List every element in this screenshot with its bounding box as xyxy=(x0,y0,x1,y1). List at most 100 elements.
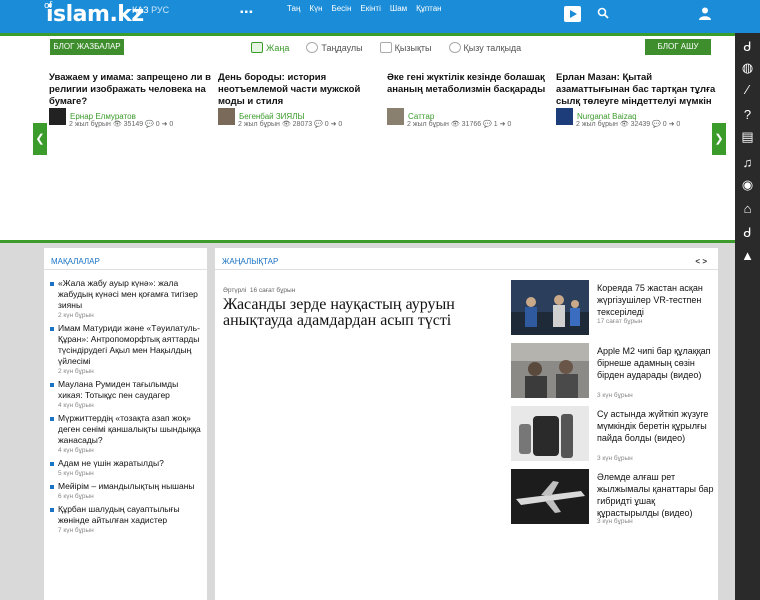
news-title[interactable]: Кореяда 75 жастан асқан жүргізушілер VR-… xyxy=(597,282,715,318)
articles-heading[interactable]: МАҚАЛАЛАР xyxy=(44,248,207,270)
tab-interesting[interactable]: Қызықты xyxy=(379,42,432,53)
blog-card-title[interactable]: День бороды: история неотъемлемой части … xyxy=(218,72,383,108)
news-title[interactable]: Әлемде алғаш рет жылжымалы қанаттары бар… xyxy=(597,471,715,519)
list-item[interactable]: Маулана Румиден тағылымды хикая: Тотықұс… xyxy=(50,379,203,409)
news-time: 17 сағат бұрын xyxy=(597,318,643,325)
prayer-dhuhr[interactable]: Бесін xyxy=(331,4,351,13)
list-item[interactable]: Имам Матуриди және «Тәуилатуль-Құран»: А… xyxy=(50,323,203,375)
calendar-icon xyxy=(251,42,263,53)
tab-favorites[interactable]: Таңдаулы xyxy=(306,42,363,53)
list-item[interactable]: Адам не үшін жаратылды? 5 күн бұрын xyxy=(50,458,203,477)
thumbs-up-icon xyxy=(379,42,392,53)
article-time: 5 күн бұрын xyxy=(58,470,94,477)
news-image[interactable] xyxy=(511,280,589,335)
language-switcher: ҚАЗ РУС xyxy=(132,5,169,15)
prayer-sunrise[interactable]: Күн xyxy=(309,4,322,13)
news-item[interactable]: Кореяда 75 жастан асқан жүргізушілер VR-… xyxy=(511,280,716,338)
prayer-fajr[interactable]: Таң xyxy=(287,4,300,13)
news-image[interactable] xyxy=(511,406,589,461)
news-item[interactable]: Әлемде алғаш рет жылжымалы қанаттары бар… xyxy=(511,469,716,527)
list-item[interactable]: Мейірім – имандылықтың нышаны 6 күн бұрын xyxy=(50,481,203,500)
bullet-icon xyxy=(50,327,54,331)
news-title[interactable]: Apple M2 чипі бар құлаққап бірнеше адамн… xyxy=(597,345,715,381)
news-image[interactable] xyxy=(511,469,589,524)
prayer-asr[interactable]: Екінті xyxy=(360,4,380,13)
blog-strip: БЛОГ ЖАЗБАЛАР Жаңа Таңдаулы Қызықты Қызу… xyxy=(0,33,735,243)
article-title[interactable]: Маулана Румиден тағылымды хикая: Тотықұс… xyxy=(58,379,203,401)
news-image[interactable] xyxy=(511,343,589,398)
globe-icon[interactable]: ◍ xyxy=(735,56,760,80)
list-item[interactable]: «Жала жабу ауыр күнә»: жала жабудың күнә… xyxy=(50,278,203,319)
article-title[interactable]: Адам не үшін жаратылды? xyxy=(58,458,164,469)
lang-ru[interactable]: РУС xyxy=(151,5,169,15)
blog-posts-tag[interactable]: БЛОГ ЖАЗБАЛАР xyxy=(50,39,124,55)
music-icon[interactable]: ♫ xyxy=(735,151,760,175)
articles-list: «Жала жабу ауыр күнә»: жала жабудың күнә… xyxy=(44,270,207,534)
news-title[interactable]: Су астында жүйткіп жүзуге мүмкіндік бере… xyxy=(597,408,715,444)
blog-card-title[interactable]: Ерлан Мазан: Қытай азаматтығынан бас тар… xyxy=(556,72,721,108)
article-title[interactable]: Мүржиттердің «тозақта азап жоқ» деген се… xyxy=(58,413,203,446)
tab-new-label: Жаңа xyxy=(266,42,290,53)
comment-icon xyxy=(448,42,461,53)
article-title[interactable]: Имам Матуриди және «Тәуилатуль-Құран»: А… xyxy=(58,323,203,367)
bullet-icon xyxy=(50,485,54,489)
play-icon[interactable] xyxy=(564,6,581,22)
blog-tabs: Жаңа Таңдаулы Қызықты Қызу талқыда xyxy=(251,42,538,53)
user-icon[interactable] xyxy=(699,7,711,20)
mosque-icon[interactable]: ⌂ xyxy=(735,197,760,221)
article-title[interactable]: «Жала жабу ауыр күнә»: жала жабудың күнә… xyxy=(58,278,203,311)
radio-icon[interactable]: ◉ xyxy=(735,173,760,197)
blog-card-title[interactable]: Уважаем у имама: запрещено ли в религии … xyxy=(49,72,214,108)
prayer-times: Таң Күн Бесін Екінті Шам Құптан xyxy=(287,4,451,13)
star-icon xyxy=(306,42,319,53)
tab-discussed[interactable]: Қызу талқыда xyxy=(448,42,521,53)
right-sidebar: ᑯ ◍ ⁄ ? ▤ ♫ ◉ ⌂ ᑯ ▲ xyxy=(735,33,760,600)
main-news-meta: Әртүрлі 16 сағат бұрын xyxy=(223,287,295,294)
quill-icon[interactable]: ⁄ xyxy=(735,78,760,102)
article-time: 7 күн бұрын xyxy=(58,527,94,534)
news-time: 3 күн бұрын xyxy=(597,392,633,399)
logo-text: islam.kz xyxy=(46,2,144,27)
question-icon[interactable]: ? xyxy=(735,103,760,127)
prayer-maghrib[interactable]: Шам xyxy=(390,4,407,13)
news-item[interactable]: Apple M2 чипі бар құлаққап бірнеше адамн… xyxy=(511,343,716,401)
article-title[interactable]: Мейірім – имандылықтың нышаны xyxy=(58,481,195,492)
open-blog-button[interactable]: БЛОГ АШУ xyxy=(645,39,711,55)
article-time: 2 күн бұрын xyxy=(58,368,94,375)
main-news-category[interactable]: Әртүрлі xyxy=(223,287,246,294)
bullet-icon xyxy=(50,383,54,387)
news-heading[interactable]: ЖАҢАЛЫҚТАР xyxy=(215,248,718,270)
news-time: 3 күн бұрын xyxy=(597,455,633,462)
list-item[interactable]: Құрбан шалудың сауаптылығы жөнінде айтыл… xyxy=(50,504,203,534)
logo-prefix: of xyxy=(44,1,52,11)
of-icon-2[interactable]: ᑯ xyxy=(735,221,760,245)
list-item[interactable]: Мүржиттердің «тозақта азап жоқ» деген се… xyxy=(50,413,203,454)
carousel-prev-button[interactable]: ❮ xyxy=(33,123,47,155)
article-time: 4 күн бұрын xyxy=(58,447,94,454)
prayer-isha[interactable]: Құптан xyxy=(416,4,441,13)
avatar xyxy=(49,108,66,125)
article-title[interactable]: Құрбан шалудың сауаптылығы жөнінде айтыл… xyxy=(58,504,203,526)
news-pager[interactable]: < > xyxy=(695,257,707,266)
blog-card-title[interactable]: Әке гені жүктілік кезінде болашақ ананың… xyxy=(387,72,552,108)
news-item[interactable]: Су астында жүйткіп жүзуге мүмкіндік бере… xyxy=(511,406,716,464)
site-logo[interactable]: of islam.kz xyxy=(44,1,144,27)
top-bar: of islam.kz ҚАЗ РУС ▪▪▪ Таң Күн Бесін Ек… xyxy=(0,0,760,33)
tab-interesting-label: Қызықты xyxy=(394,42,432,53)
blog-card[interactable]: Әке гені жүктілік кезінде болашақ ананың… xyxy=(387,72,552,128)
blog-card[interactable]: Уважаем у имама: запрещено ли в религии … xyxy=(49,72,214,128)
book-icon[interactable]: ▤ xyxy=(735,125,760,149)
article-time: 2 күн бұрын xyxy=(58,312,94,319)
more-dots[interactable]: ▪▪▪ xyxy=(240,7,254,18)
search-icon[interactable] xyxy=(597,7,609,19)
blog-card[interactable]: День бороды: история неотъемлемой части … xyxy=(218,72,383,128)
blog-card[interactable]: Ерлан Мазан: Қытай азаматтығынан бас тар… xyxy=(556,72,721,128)
main-news-title[interactable]: Жасанды зерде науқастың ауруын анықтауда… xyxy=(223,297,503,329)
blog-card-meta: 2 жыл бұрын 👁 32439 💬 0 ➜ 0 xyxy=(576,121,681,128)
bullet-icon xyxy=(50,462,54,466)
blog-card-meta: 2 жыл бұрын 👁 35149 💬 0 ➜ 0 xyxy=(69,121,174,128)
blog-card-meta: 2 жыл бұрын 👁 28073 💬 0 ➜ 0 xyxy=(238,121,343,128)
lang-kz[interactable]: ҚАЗ xyxy=(132,5,149,15)
tab-new[interactable]: Жаңа xyxy=(251,42,289,53)
flag-icon[interactable]: ▲ xyxy=(735,244,760,268)
